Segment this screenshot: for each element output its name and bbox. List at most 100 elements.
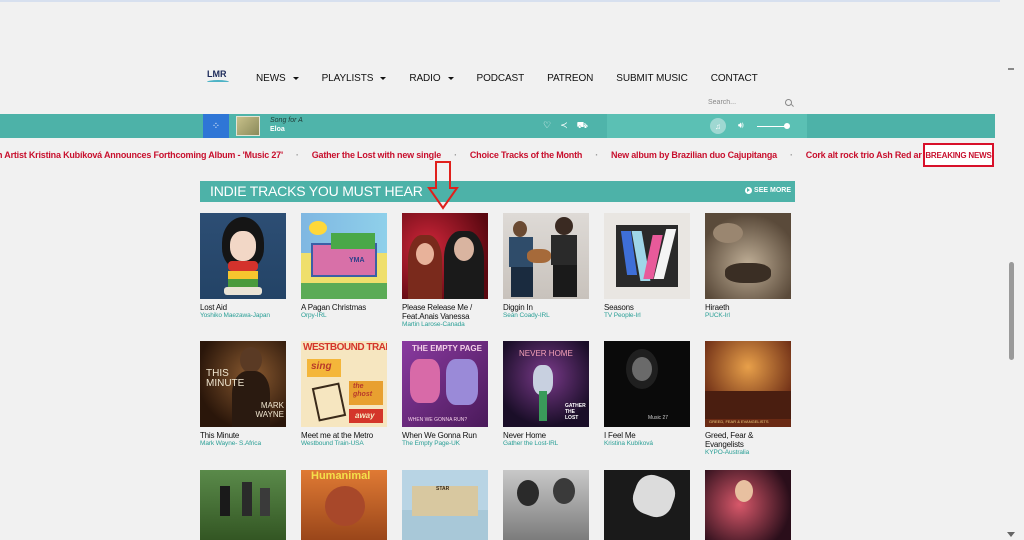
volume-slider-handle[interactable] xyxy=(784,123,790,129)
track-cover[interactable] xyxy=(705,213,791,299)
ticker-item[interactable]: Gather the Lost with new single xyxy=(312,143,442,167)
chevron-down-icon xyxy=(447,76,454,80)
nav-contact[interactable]: CONTACT xyxy=(711,73,758,84)
ticker-item[interactable]: New album by Brazilian duo Cajupitanga xyxy=(611,143,777,167)
track-title[interactable]: Greed, Fear & Evangelists xyxy=(705,431,791,449)
track-card[interactable]: Hiraeth PUCK-Irl xyxy=(705,213,791,320)
scrollbar-thumb[interactable] xyxy=(1009,262,1014,360)
track-title[interactable]: Never Home xyxy=(503,431,589,440)
heart-icon[interactable]: ♡ xyxy=(543,120,551,132)
track-card[interactable] xyxy=(705,470,791,540)
share-icon[interactable]: ≺ xyxy=(560,120,568,132)
cover-text: away xyxy=(355,411,375,420)
track-artist[interactable]: TV People-Irl xyxy=(604,312,690,320)
track-card[interactable]: NEVER HOME GATHER THE LOST Never Home Ga… xyxy=(503,341,589,448)
track-card[interactable]: YMA A Pagan Christmas Orpy-IRL xyxy=(301,213,387,320)
track-title[interactable]: Meet me at the Metro xyxy=(301,431,387,440)
track-title[interactable]: When We Gonna Run xyxy=(402,431,488,440)
ticker-item[interactable]: Cork alt rock trio Ash Red are rele xyxy=(806,143,922,167)
track-artist[interactable]: Seán Coady-IRL xyxy=(503,312,589,320)
nav-submit-music-label: SUBMIT MUSIC xyxy=(616,72,688,84)
track-artist[interactable]: Gather the Lost-IRL xyxy=(503,440,589,448)
track-cover[interactable] xyxy=(503,470,589,540)
track-card[interactable]: Please Release Me / Feat.Anais Vanessa M… xyxy=(402,213,488,329)
track-cover[interactable]: YMA xyxy=(301,213,387,299)
track-card[interactable]: Humanimal xyxy=(301,470,387,540)
track-title[interactable]: I Feel Me xyxy=(604,431,690,440)
track-artist[interactable]: KYPO-Australia xyxy=(705,449,791,457)
track-artist[interactable]: The Empty Page-UK xyxy=(402,440,488,448)
track-title[interactable]: A Pagan Christmas xyxy=(301,303,387,312)
play-circle-icon xyxy=(745,187,753,194)
track-artist[interactable]: Yoshiko Maezawa-Japan xyxy=(200,312,286,320)
nav-news[interactable]: NEWS xyxy=(256,73,299,84)
track-cover[interactable] xyxy=(604,470,690,540)
see-more-link[interactable]: SEE MORE xyxy=(745,187,791,194)
track-cover[interactable] xyxy=(503,213,589,299)
page-scrollbar[interactable] xyxy=(1000,0,1024,540)
track-artist[interactable]: Orpy-IRL xyxy=(301,312,387,320)
ticker-separator: · xyxy=(595,150,599,160)
ticker-item[interactable]: Choice Tracks of the Month xyxy=(470,143,583,167)
nav-playlists[interactable]: PLAYLISTS xyxy=(322,73,387,84)
track-cover[interactable]: WESTBOUND TRAIN sing the ghost away xyxy=(301,341,387,427)
scroll-down-arrow[interactable] xyxy=(1007,532,1015,537)
track-card[interactable] xyxy=(503,470,589,540)
site-logo[interactable]: LMR xyxy=(204,67,232,89)
track-card[interactable] xyxy=(200,470,286,540)
logo-text: LMR xyxy=(207,69,227,79)
track-card[interactable]: GREED, FEAR & EVANGELISTS Greed, Fear & … xyxy=(705,341,791,457)
track-title[interactable]: Please Release Me / Feat.Anais Vanessa xyxy=(402,303,488,321)
scroll-up-arrow[interactable] xyxy=(1008,68,1014,70)
track-artist[interactable]: Martin Larose-Canada xyxy=(402,321,488,329)
track-card[interactable]: Seasons TV People-Irl xyxy=(604,213,690,320)
volume-icon[interactable]: 🔊︎ xyxy=(738,120,744,131)
logo-wave-icon xyxy=(207,80,229,84)
cover-text: GATHER THE LOST xyxy=(565,403,586,421)
track-title[interactable]: This Minute xyxy=(200,431,286,440)
track-cover[interactable]: THE EMPTY PAGE WHEN WE GONNA RUN? xyxy=(402,341,488,427)
chevron-down-icon xyxy=(292,76,299,80)
track-card[interactable]: Lost Aid Yoshiko Maezawa-Japan xyxy=(200,213,286,320)
track-cover[interactable]: THIS MINUTE MARK WAYNE xyxy=(200,341,286,427)
volume-slider[interactable] xyxy=(757,126,786,127)
cover-text: NEVER HOME xyxy=(519,349,573,358)
nav-submit-music[interactable]: SUBMIT MUSIC xyxy=(616,72,688,84)
ticker-item[interactable]: h Artist Kristina Kubíková Announces For… xyxy=(0,143,283,167)
track-cover[interactable]: GREED, FEAR & EVANGELISTS xyxy=(705,341,791,427)
nav-patreon[interactable]: PATREON xyxy=(547,73,593,84)
track-card[interactable]: Music 27 I Feel Me Kristina Kubíková xyxy=(604,341,690,448)
track-cover[interactable]: Humanimal xyxy=(301,470,387,540)
track-artist[interactable]: Kristina Kubíková xyxy=(604,440,690,448)
track-cover[interactable] xyxy=(604,213,690,299)
nav-podcast[interactable]: PODCAST xyxy=(477,73,525,84)
play-button[interactable]: ⁘ xyxy=(203,114,229,138)
playlist-button[interactable]: ♫ xyxy=(710,118,726,134)
track-cover[interactable] xyxy=(402,213,488,299)
track-cover[interactable] xyxy=(705,470,791,540)
search-icon[interactable] xyxy=(785,98,792,106)
track-artist[interactable]: PUCK-Irl xyxy=(705,312,791,320)
track-artist[interactable]: Westbound Train-USA xyxy=(301,440,387,448)
track-artist[interactable]: Mark Wayne- S.Africa xyxy=(200,440,286,448)
track-title[interactable]: Lost Aid xyxy=(200,303,286,312)
track-cover[interactable]: NEVER HOME GATHER THE LOST xyxy=(503,341,589,427)
breaking-news-badge: BREAKING NEWS xyxy=(923,143,994,167)
track-card[interactable]: THE EMPTY PAGE WHEN WE GONNA RUN? When W… xyxy=(402,341,488,448)
track-title[interactable]: Seasons xyxy=(604,303,690,312)
track-cover[interactable]: STAR xyxy=(402,470,488,540)
track-cover[interactable] xyxy=(200,213,286,299)
cart-icon[interactable]: ⛟ xyxy=(577,120,588,132)
track-card[interactable]: Diggin In Seán Coady-IRL xyxy=(503,213,589,320)
track-cover[interactable]: Music 27 xyxy=(604,341,690,427)
track-card[interactable]: WESTBOUND TRAIN sing the ghost away Meet… xyxy=(301,341,387,448)
section-title: INDIE TRACKS YOU MUST HEAR xyxy=(210,183,423,199)
track-card[interactable] xyxy=(604,470,690,540)
nav-radio[interactable]: RADIO xyxy=(409,73,454,84)
track-title[interactable]: Diggin In xyxy=(503,303,589,312)
track-card[interactable]: STAR xyxy=(402,470,488,540)
track-card[interactable]: THIS MINUTE MARK WAYNE This Minute Mark … xyxy=(200,341,286,448)
track-cover[interactable] xyxy=(200,470,286,540)
track-title[interactable]: Hiraeth xyxy=(705,303,791,312)
search-input[interactable] xyxy=(708,98,768,106)
